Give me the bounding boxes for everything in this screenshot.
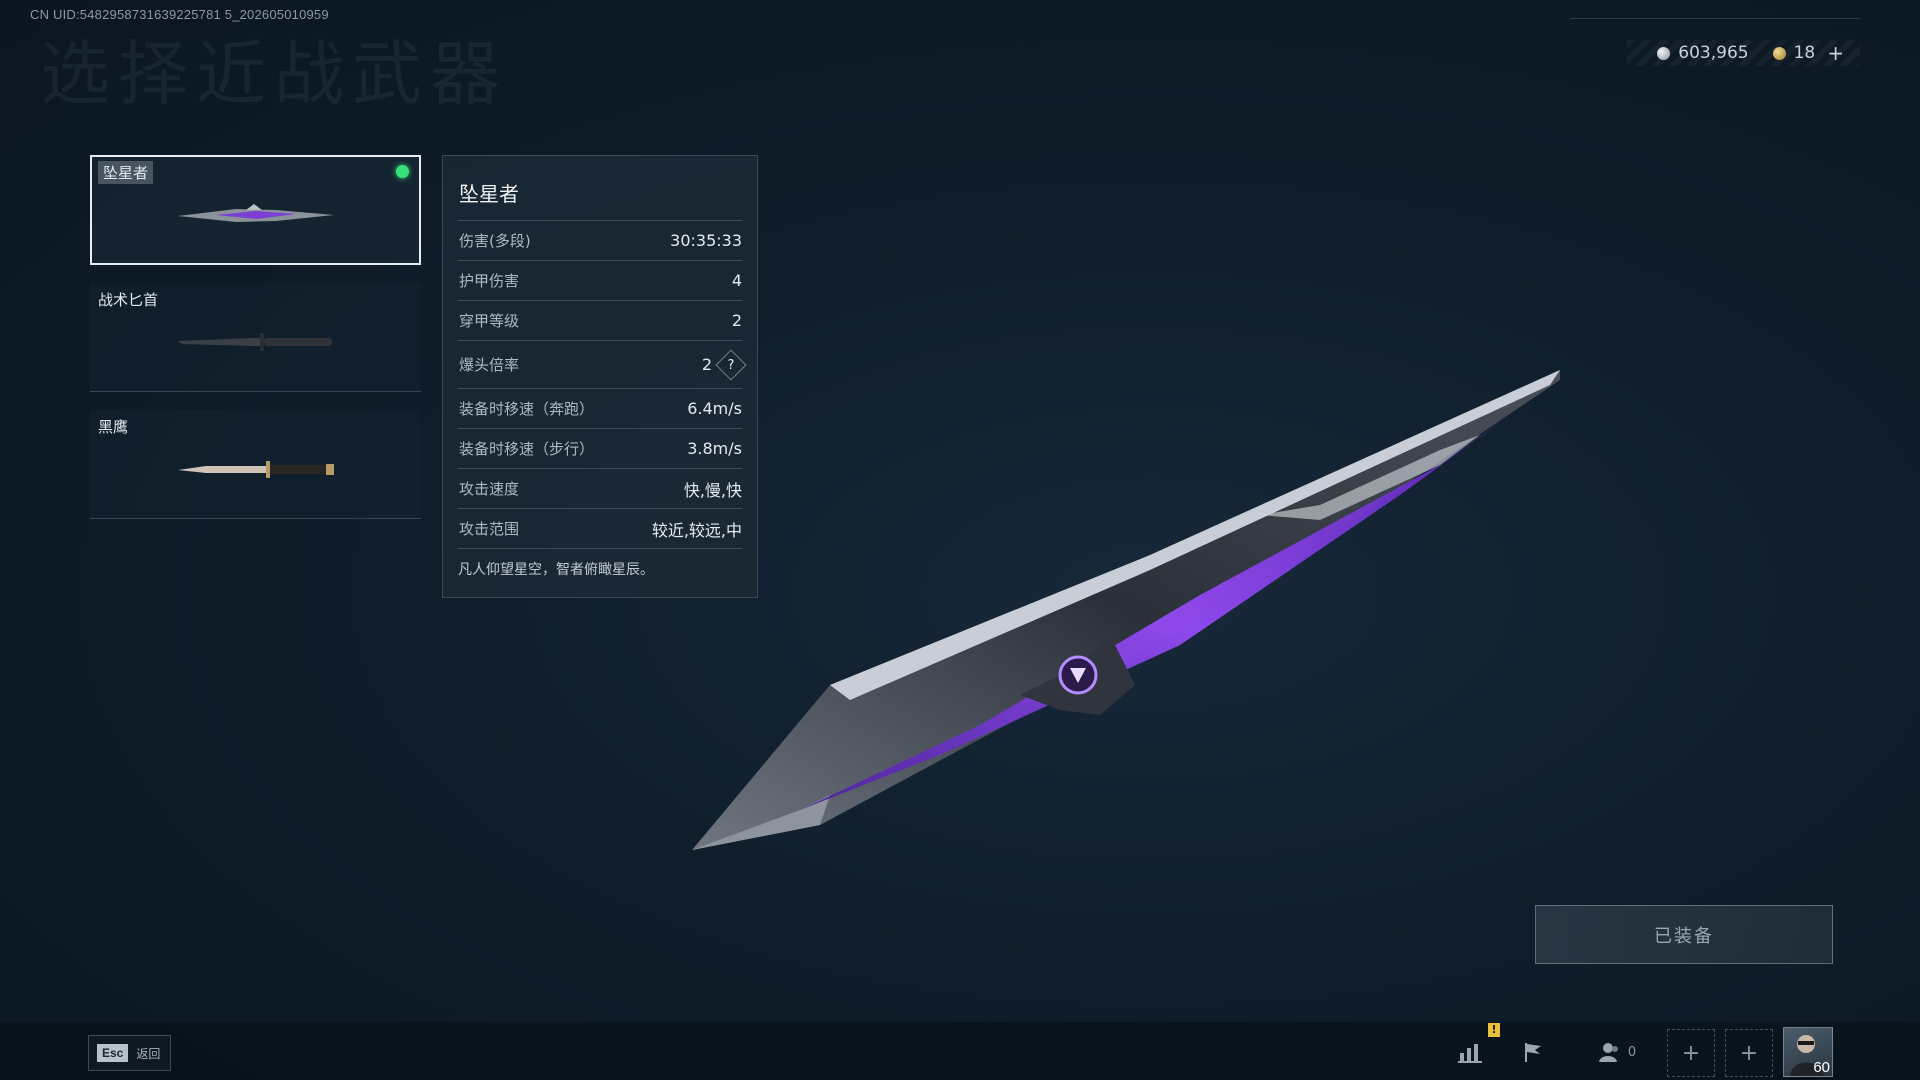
tactical-dagger-icon — [177, 333, 332, 352]
stat-label: 攻击速度 — [459, 480, 520, 498]
stat-label: 伤害(多段) — [459, 232, 531, 250]
esc-key: Esc — [97, 1044, 129, 1062]
starfall-knife-render — [692, 370, 1560, 850]
starfall-knife-icon — [177, 204, 334, 223]
player-avatar[interactable]: 60 — [1783, 1027, 1833, 1077]
stat-row-armor-damage: 护甲伤害 4 — [458, 260, 742, 300]
weapon-name: 坠星者 — [98, 161, 154, 184]
stat-value: 4 — [731, 271, 742, 290]
stat-row-penetration: 穿甲等级 2 — [458, 300, 742, 340]
add-slot-button-2[interactable]: + — [1725, 1029, 1773, 1077]
friends-icon — [1598, 1043, 1618, 1062]
back-button[interactable]: Esc 返回 — [88, 1035, 172, 1071]
plus-icon: + — [1739, 1040, 1759, 1066]
stat-label: 穿甲等级 — [459, 312, 520, 330]
flag-icon — [1525, 1043, 1541, 1062]
description-text: 凡人仰望星空，智者俯瞰星辰。 — [458, 562, 654, 578]
top-divider — [1570, 18, 1860, 19]
friends-count: 0 — [1627, 1044, 1637, 1060]
back-label: 返回 — [136, 1046, 161, 1061]
stat-label: 护甲伤害 — [459, 272, 520, 290]
add-currency-button[interactable]: + — [1827, 41, 1844, 65]
stat-label: 爆头倍率 — [459, 356, 520, 374]
stat-label: 装备时移速（奔跑） — [459, 400, 595, 418]
currency-bar: 603,965 18 + — [1627, 40, 1860, 66]
weapon-item-tactical-dagger[interactable]: 战术匕首 — [90, 283, 421, 392]
equipped-indicator — [396, 165, 409, 178]
gold-amount: 18 — [1793, 43, 1816, 63]
weapon-list: 坠星者 战术匕首 黑鹰 — [90, 155, 421, 537]
plus-icon: + — [1681, 1040, 1701, 1066]
stat-value: 2 — [731, 311, 742, 330]
weapon-item-black-hawk[interactable]: 黑鹰 — [90, 410, 421, 519]
player-level: 60 — [1813, 1059, 1830, 1076]
stat-label: 装备时移速（步行） — [459, 440, 595, 458]
stat-value: 30:35:33 — [670, 231, 742, 250]
friends-button[interactable]: 0 — [1582, 1028, 1652, 1076]
add-slot-button-1[interactable]: + — [1667, 1029, 1715, 1077]
page-title: 选择近战武器 — [40, 33, 508, 115]
bar-chart-icon — [1458, 1044, 1482, 1063]
black-hawk-knife-icon — [177, 461, 334, 479]
stat-row-damage: 伤害(多段) 30:35:33 — [458, 220, 742, 260]
weapon-name: 黑鹰 — [98, 418, 129, 436]
currency-gold: 18 + — [1772, 41, 1844, 65]
silver-amount: 603,965 — [1678, 43, 1749, 63]
equipped-button[interactable]: 已装备 — [1535, 905, 1833, 964]
warning-badge: ! — [1488, 1023, 1500, 1037]
currency-silver: 603,965 — [1657, 43, 1749, 63]
weapon-item-starfall[interactable]: 坠星者 — [90, 155, 421, 265]
flag-button[interactable] — [1506, 1028, 1560, 1076]
stat-label: 攻击范围 — [459, 520, 520, 538]
weapon-stats-title: 坠星者 — [459, 182, 519, 206]
gold-coin-icon — [1772, 46, 1786, 60]
weapon-name: 战术匕首 — [98, 291, 159, 309]
silver-coin-icon — [1657, 46, 1671, 60]
